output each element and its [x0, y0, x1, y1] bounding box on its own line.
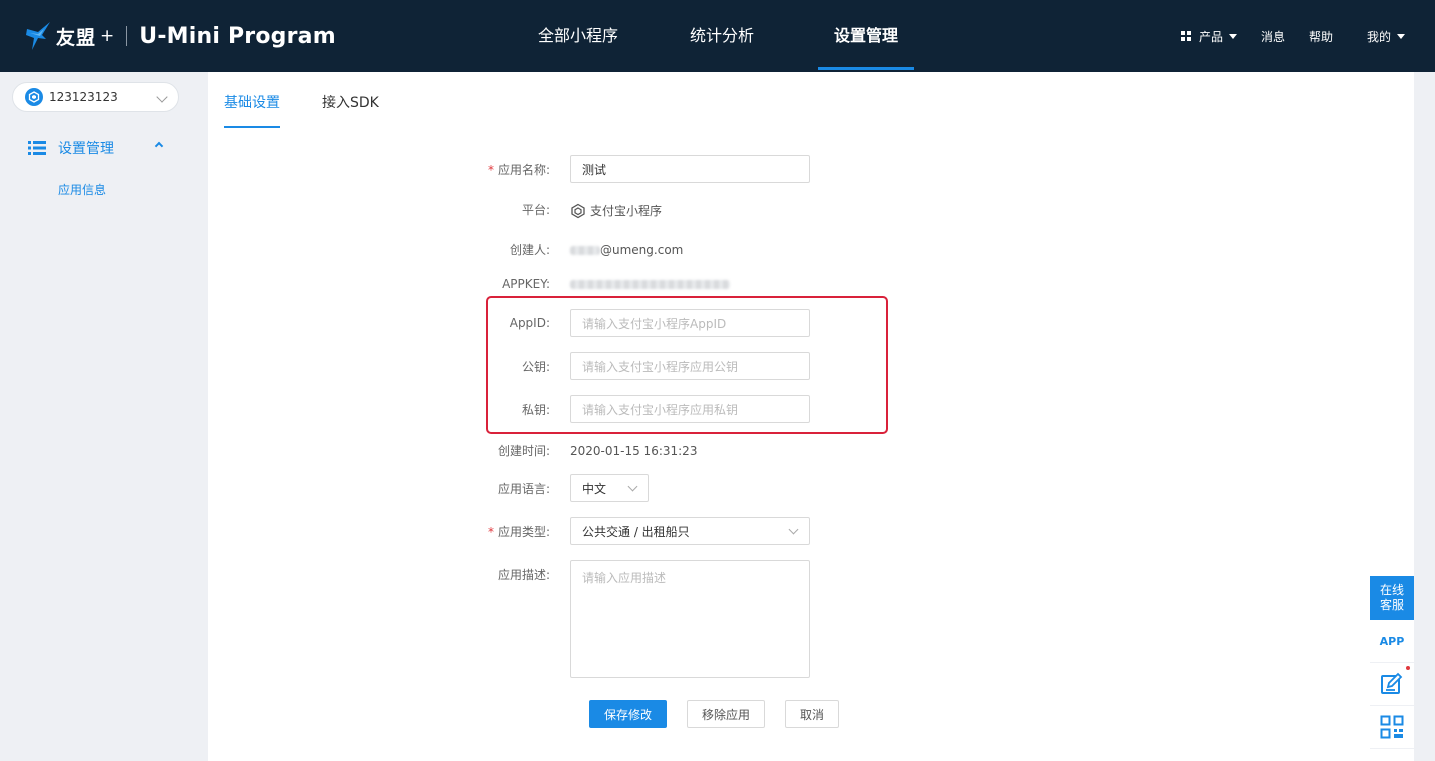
- app-type-label: 应用类型:: [497, 524, 550, 539]
- logo-divider: [126, 26, 128, 46]
- app-name-input[interactable]: 测试: [570, 155, 810, 183]
- grid-icon: [1180, 31, 1191, 41]
- app-selector[interactable]: 123123123: [12, 82, 179, 112]
- private-key-label: 私钥:: [521, 402, 550, 417]
- messages-link[interactable]: 消息: [1261, 28, 1285, 45]
- online-service-button[interactable]: 在线 客服: [1370, 576, 1414, 620]
- app-download-button[interactable]: APP: [1370, 620, 1414, 663]
- caret-down-icon: [1397, 33, 1405, 39]
- save-button[interactable]: 保存修改: [589, 700, 667, 728]
- nav-analytics[interactable]: 统计分析: [674, 0, 770, 72]
- nav-settings[interactable]: 设置管理: [818, 0, 914, 72]
- redacted-appkey: [570, 280, 730, 289]
- creator-row: 创建人: @umeng.com: [478, 241, 683, 258]
- private-key-row: 私钥: 请输入支付宝小程序应用私钥: [478, 395, 810, 423]
- form-actions: 保存修改 移除应用 取消: [589, 700, 859, 728]
- public-key-input[interactable]: 请输入支付宝小程序应用公钥: [570, 352, 810, 380]
- my-account-menu[interactable]: 我的: [1367, 28, 1405, 45]
- appkey-label: APPKEY:: [502, 277, 550, 291]
- platform-row: 平台: 支付宝小程序: [478, 200, 662, 219]
- product-label: 产品: [1198, 29, 1223, 44]
- top-header: 友盟 + U-Mini Program 全部小程序 统计分析 设置管理 产品 消…: [0, 0, 1435, 72]
- app-selector-value: 123123123: [49, 90, 118, 104]
- redacted-text: [570, 245, 600, 255]
- remove-app-button[interactable]: 移除应用: [687, 700, 765, 728]
- main-nav: 全部小程序 统计分析 设置管理: [530, 0, 962, 72]
- appid-input[interactable]: 请输入支付宝小程序AppID: [570, 309, 810, 337]
- created-at-label: 创建时间:: [497, 444, 550, 458]
- online-service-line1: 在线: [1379, 583, 1404, 597]
- logo-en-text: U-Mini Program: [139, 23, 336, 49]
- chevron-down-icon: [627, 481, 638, 492]
- required-mark: *: [487, 524, 494, 539]
- cancel-button[interactable]: 取消: [785, 700, 839, 728]
- sidebar: 123123123 设置管理 应用信息: [0, 72, 207, 761]
- appid-row: AppID: 请输入支付宝小程序AppID: [478, 309, 810, 337]
- floating-panel: 在线 客服 APP: [1370, 576, 1414, 749]
- feedback-button[interactable]: [1370, 663, 1414, 706]
- sidebar-group-label: 设置管理: [58, 141, 114, 157]
- description-row: 应用描述: 请输入应用描述: [478, 560, 810, 678]
- chevron-up-icon: [154, 141, 164, 151]
- language-label: 应用语言:: [497, 481, 550, 496]
- online-service-line2: 客服: [1379, 598, 1404, 612]
- help-link[interactable]: 帮助: [1309, 28, 1333, 45]
- created-at-row: 创建时间: 2020-01-15 16:31:23: [478, 442, 698, 459]
- app-name-label: 应用名称:: [497, 162, 550, 177]
- logo-plus-text: +: [100, 26, 115, 46]
- creator-label: 创建人:: [509, 243, 550, 257]
- language-row: 应用语言: 中文: [478, 474, 649, 502]
- app-type-value: 公共交通 / 出租船只: [582, 524, 690, 539]
- appid-label: AppID:: [509, 316, 550, 330]
- app-logo-icon: [25, 88, 43, 106]
- app-label: APP: [1379, 634, 1405, 648]
- app-type-row: * 应用类型: 公共交通 / 出租船只: [478, 517, 810, 545]
- created-at-value: 2020-01-15 16:31:23: [570, 443, 698, 458]
- app-name-row: * 应用名称: 测试: [478, 155, 810, 183]
- list-icon: [28, 141, 46, 155]
- product-menu[interactable]: 产品: [1180, 28, 1237, 45]
- main-panel: 基础设置 接入SDK * 应用名称: 测试 平台: 支付宝小程序 创建人: @um…: [208, 72, 1414, 761]
- required-mark: *: [487, 162, 494, 177]
- umeng-logo[interactable]: 友盟 + U-Mini Program: [24, 20, 336, 52]
- edit-icon: [1381, 672, 1403, 694]
- description-textarea[interactable]: 请输入应用描述: [570, 560, 810, 678]
- sidebar-group-settings[interactable]: 设置管理: [28, 138, 168, 158]
- chevron-down-icon: [156, 91, 168, 103]
- appkey-row: APPKEY:: [478, 277, 730, 291]
- language-select[interactable]: 中文: [570, 474, 649, 502]
- platform-value: 支付宝小程序: [590, 204, 663, 218]
- qrcode-button[interactable]: [1370, 706, 1414, 749]
- nav-all-miniapps[interactable]: 全部小程序: [530, 0, 626, 72]
- creator-value: @umeng.com: [600, 242, 684, 257]
- app-type-select[interactable]: 公共交通 / 出租船只: [570, 517, 810, 545]
- public-key-row: 公钥: 请输入支付宝小程序应用公钥: [478, 352, 810, 380]
- qrcode-icon: [1380, 715, 1404, 739]
- caret-down-icon: [1228, 33, 1237, 39]
- sidebar-item-app-info[interactable]: 应用信息: [58, 181, 106, 198]
- app-settings-form: * 应用名称: 测试 平台: 支付宝小程序 创建人: @umeng.com APP…: [208, 72, 1414, 761]
- header-toolbar: 产品 消息 帮助 我的: [1180, 0, 1405, 72]
- language-value: 中文: [582, 481, 607, 496]
- my-account-label: 我的: [1366, 29, 1391, 44]
- private-key-input[interactable]: 请输入支付宝小程序应用私钥: [570, 395, 810, 423]
- umeng-bird-icon: [26, 22, 50, 50]
- alipay-miniapp-icon: [571, 203, 585, 218]
- notification-dot: [1406, 666, 1410, 670]
- platform-label: 平台:: [521, 203, 550, 217]
- description-label: 应用描述:: [497, 568, 550, 582]
- public-key-label: 公钥:: [521, 359, 550, 374]
- chevron-down-icon: [788, 524, 799, 535]
- logo-cn-text: 友盟: [56, 26, 97, 49]
